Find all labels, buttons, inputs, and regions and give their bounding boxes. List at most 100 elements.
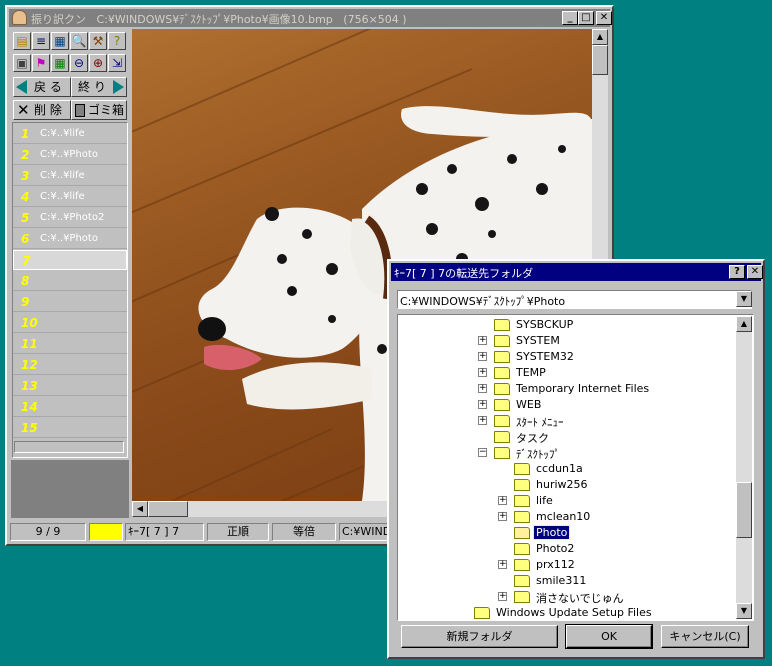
- tree-folder-item[interactable]: ccdun1a: [498, 461, 738, 477]
- slot-item[interactable]: 1 C:¥..¥life: [13, 124, 127, 144]
- tree-folder-label: mclean10: [536, 510, 591, 523]
- tree-folder-item[interactable]: huriw256: [498, 477, 738, 493]
- tree-folder-item[interactable]: + 消さないでじゅん: [498, 589, 738, 605]
- tree-folder-item[interactable]: SYSBCKUP: [478, 317, 718, 333]
- main-titlebar[interactable]: 振り訳クン C:¥WINDOWS¥ﾃﾞｽｸﾄｯﾌﾟ¥Photo¥画像10.bmp…: [9, 9, 612, 27]
- arrange-icon[interactable]: ⇲: [108, 54, 126, 72]
- slot-item[interactable]: 14: [13, 397, 127, 417]
- tree-folder-item[interactable]: + prx112: [498, 557, 738, 573]
- tree-expander-icon[interactable]: +: [478, 400, 487, 409]
- vscroll-up-button[interactable]: ▲: [592, 29, 608, 45]
- tree-folder-label: ﾃﾞｽｸﾄｯﾌﾟ: [516, 448, 560, 461]
- tree-folder-label: Photo: [532, 525, 571, 540]
- slot-number: 12: [21, 358, 38, 372]
- tree-expander-icon[interactable]: +: [478, 352, 487, 361]
- slot-item[interactable]: 7: [13, 250, 127, 270]
- end-button[interactable]: 終 り: [71, 77, 127, 97]
- tree-expander-icon[interactable]: +: [478, 336, 487, 345]
- tree-folder-item[interactable]: + TEMP: [478, 365, 718, 381]
- tree-scroll-thumb[interactable]: [736, 482, 752, 538]
- tree-folder-item[interactable]: + WEB: [478, 397, 718, 413]
- tree-folder-item[interactable]: + SYSTEM: [478, 333, 718, 349]
- search-icon[interactable]: 🔍: [70, 32, 88, 50]
- tree-scroll-up-button[interactable]: ▲: [736, 316, 752, 332]
- tree-expander-icon[interactable]: −: [478, 448, 487, 457]
- trash-button[interactable]: ゴミ箱: [71, 100, 127, 120]
- folder-icon: [494, 319, 510, 331]
- close-button[interactable]: ✕: [596, 11, 612, 25]
- slot-item[interactable]: 4 C:¥..¥life: [13, 187, 127, 207]
- help-icon[interactable]: ?: [108, 32, 126, 50]
- tree-folder-item[interactable]: タスク: [478, 429, 718, 445]
- tree-folder-label: WEB: [516, 398, 542, 411]
- tree-expander-icon[interactable]: +: [498, 496, 507, 505]
- dialog-title: ｷｰ7[ 7 ] 7の転送先フォルダ: [394, 267, 534, 280]
- tree-folder-item[interactable]: + life: [498, 493, 738, 509]
- tree-vscrollbar[interactable]: [736, 316, 752, 619]
- slot-item[interactable]: 10: [13, 313, 127, 333]
- slot-item[interactable]: 15: [13, 418, 127, 438]
- tree-folder-item[interactable]: + Temporary Internet Files: [478, 381, 718, 397]
- hscroll-thumb[interactable]: [148, 501, 188, 517]
- maximize-button[interactable]: □: [578, 11, 594, 25]
- status-path: C:¥WINDOWS: [339, 523, 389, 541]
- tree-expander-icon[interactable]: +: [478, 384, 487, 393]
- dialog-close-button[interactable]: ✕: [747, 265, 763, 279]
- path-combobox[interactable]: C:¥WINDOWS¥ﾃﾞｽｸﾄｯﾌﾟ¥Photo ▼: [397, 290, 752, 309]
- run-icon[interactable]: ⚑: [32, 54, 50, 72]
- tree-expander-icon[interactable]: +: [498, 560, 507, 569]
- vscroll-thumb[interactable]: [592, 45, 608, 75]
- slot-item[interactable]: 6 C:¥..¥Photo: [13, 229, 127, 249]
- folder-icon: [494, 383, 510, 395]
- thumbnail-icon[interactable]: ▦: [51, 32, 69, 50]
- rename-icon[interactable]: ≡: [32, 32, 50, 50]
- slot-item[interactable]: 3 C:¥..¥life: [13, 166, 127, 186]
- open-icon[interactable]: ▤: [13, 32, 31, 50]
- ok-button[interactable]: OK: [565, 624, 653, 649]
- slot-item[interactable]: 8: [13, 271, 127, 291]
- zoom-in-icon[interactable]: ⊕: [89, 54, 107, 72]
- folder-icon: [514, 527, 530, 539]
- tree-folder-item[interactable]: Photo2: [498, 541, 738, 557]
- hscroll-left-button[interactable]: ◀: [132, 501, 148, 517]
- slot-item[interactable]: 12: [13, 355, 127, 375]
- zoom-out-icon[interactable]: ⊖: [70, 54, 88, 72]
- tree-folder-item[interactable]: + mclean10: [498, 509, 738, 525]
- folder-tree[interactable]: SYSBCKUP + SYSTEM + SYSTEM32 + TEMP + Temporary …: [397, 314, 754, 621]
- tools-icon[interactable]: ⚒: [89, 32, 107, 50]
- tree-expander-icon[interactable]: +: [478, 368, 487, 377]
- combobox-dropdown-icon[interactable]: ▼: [736, 291, 752, 307]
- tree-folder-label: Photo2: [536, 542, 575, 555]
- minimize-button[interactable]: _: [562, 11, 578, 25]
- tree-expander-icon[interactable]: +: [498, 512, 507, 521]
- dialog-titlebar[interactable]: ｷｰ7[ 7 ] 7の転送先フォルダ ? ✕: [391, 263, 763, 281]
- tree-folder-item[interactable]: − ﾃﾞｽｸﾄｯﾌﾟ: [478, 445, 718, 461]
- tree-expander-icon[interactable]: +: [498, 592, 507, 601]
- grid-icon[interactable]: ▦: [51, 54, 69, 72]
- help-button[interactable]: ?: [729, 265, 745, 279]
- tree-folder-label: huriw256: [536, 478, 588, 491]
- tree-folder-item[interactable]: smile311: [498, 573, 738, 589]
- delete-button[interactable]: ✕ 削 除: [13, 100, 71, 120]
- slot-item[interactable]: 13: [13, 376, 127, 396]
- folder-icon: [514, 495, 530, 507]
- tree-folder-item[interactable]: Windows Update Setup Files: [458, 605, 698, 620]
- tree-folder-item[interactable]: + SYSTEM32: [478, 349, 718, 365]
- tree-folder-item[interactable]: + ｽﾀｰﾄ ﾒﾆｭｰ: [478, 413, 718, 429]
- slot-item[interactable]: 5 C:¥..¥Photo2: [13, 208, 127, 228]
- slot-path: C:¥..¥life: [40, 191, 85, 202]
- tree-folder-label: life: [536, 494, 553, 507]
- tree-folder-label: SYSTEM32: [516, 350, 574, 363]
- back-button[interactable]: 戻 る: [13, 77, 71, 97]
- slot-number: 9: [21, 295, 30, 309]
- tree-expander-icon[interactable]: +: [478, 416, 487, 425]
- tree-folder-item[interactable]: Photo: [498, 525, 738, 541]
- slot-item[interactable]: 9: [13, 292, 127, 312]
- camera-icon[interactable]: ▣: [13, 54, 31, 72]
- slot-item[interactable]: 2 C:¥..¥Photo: [13, 145, 127, 165]
- new-folder-button[interactable]: 新規フォルダ: [401, 625, 558, 648]
- slot-scrollbar[interactable]: [14, 441, 124, 453]
- slot-item[interactable]: 11: [13, 334, 127, 354]
- cancel-button[interactable]: キャンセル(C): [661, 625, 749, 648]
- tree-scroll-down-button[interactable]: ▼: [736, 603, 752, 619]
